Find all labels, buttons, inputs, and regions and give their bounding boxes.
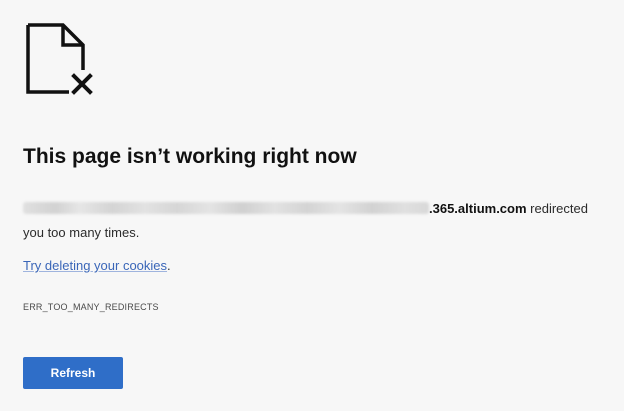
error-message: .365.altium.com redirected you too many … [23, 197, 613, 245]
refresh-button[interactable]: Refresh [23, 357, 123, 389]
redacted-hostname [23, 202, 429, 214]
suggestion-line: Try deleting your cookies. [23, 258, 171, 273]
message-text-line2: you too many times. [23, 225, 140, 240]
message-text-after-host: redirected [526, 201, 588, 216]
hostname-suffix: .365.altium.com [429, 201, 527, 216]
broken-page-icon [26, 23, 93, 95]
page-title: This page isn’t working right now [23, 145, 357, 168]
delete-cookies-link[interactable]: Try deleting your cookies [23, 258, 167, 273]
error-page: This page isn’t working right now .365.a… [0, 0, 624, 411]
error-code: ERR_TOO_MANY_REDIRECTS [23, 302, 159, 312]
suggestion-trailing: . [167, 258, 171, 273]
